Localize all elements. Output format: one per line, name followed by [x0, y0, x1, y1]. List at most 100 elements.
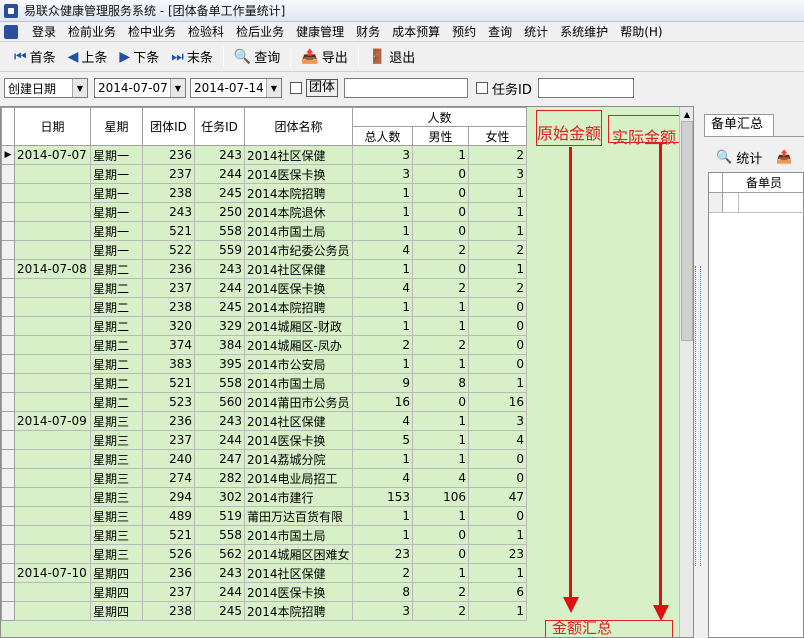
cell-female[interactable]: 2	[468, 145, 527, 165]
table-row[interactable]: 星期二 521 558 2014市国土局 9 8 1	[1, 373, 527, 393]
cell-male[interactable]: 0	[412, 544, 469, 564]
cell-male[interactable]: 2	[412, 335, 469, 355]
cell-date[interactable]	[14, 468, 91, 488]
table-row[interactable]: 星期二 374 384 2014城厢区-凤办 2 2 0	[1, 335, 527, 355]
cell-group-name[interactable]: 2014城厢区困难女	[244, 544, 353, 564]
cell-male[interactable]: 1	[412, 145, 469, 165]
cell-male[interactable]: 2	[412, 601, 469, 621]
cell-date[interactable]	[14, 297, 91, 317]
cell-female[interactable]: 1	[468, 202, 527, 222]
date-from-picker[interactable]: 2014-07-07 ▼	[94, 78, 186, 98]
cell-group-name[interactable]: 2014医保卡换	[244, 164, 353, 184]
cell-female[interactable]: 0	[468, 449, 527, 469]
cell-group-id[interactable]: 320	[142, 316, 195, 336]
cell-total[interactable]: 5	[352, 430, 413, 450]
cell-group-name[interactable]: 2014本院招聘	[244, 297, 353, 317]
grid-vertical-scrollbar[interactable]: ▲	[679, 107, 693, 637]
cell-male[interactable]: 0	[412, 183, 469, 203]
cell-female[interactable]: 0	[468, 468, 527, 488]
cell-task-id[interactable]: 244	[194, 278, 245, 298]
cell-group-name[interactable]: 2014城厢区-财政	[244, 316, 353, 336]
cell-group-id[interactable]: 489	[142, 506, 195, 526]
col-order-clerk[interactable]: 备单员	[723, 173, 804, 192]
cell-female[interactable]: 1	[468, 373, 527, 393]
cell-date[interactable]: 2014-07-10	[14, 563, 91, 583]
cell-weekday[interactable]: 星期二	[90, 335, 143, 355]
row-header[interactable]	[1, 164, 15, 184]
cell-group-name[interactable]: 2014市建行	[244, 487, 353, 507]
row-header[interactable]	[1, 506, 15, 526]
table-row[interactable]: 星期一 237 244 2014医保卡换 3 0 3	[1, 164, 527, 184]
cell-total[interactable]: 3	[352, 145, 413, 165]
cell-male[interactable]: 1	[412, 506, 469, 526]
cell-group-id[interactable]: 522	[142, 240, 195, 260]
cell-female[interactable]: 6	[468, 582, 527, 602]
menu-in-exam[interactable]: 检中业务	[122, 23, 182, 41]
cell-group-name[interactable]: 2014市国土局	[244, 221, 353, 241]
row-header[interactable]	[1, 335, 15, 355]
cell-group-id[interactable]: 521	[142, 221, 195, 241]
menu-system[interactable]: 系统维护	[554, 23, 614, 41]
cell-male[interactable]: 8	[412, 373, 469, 393]
cell-total[interactable]: 4	[352, 468, 413, 488]
table-row[interactable]: 星期二 383 395 2014市公安局 1 1 0	[1, 354, 527, 374]
row-header[interactable]	[1, 278, 15, 298]
cell-task-id[interactable]: 562	[194, 544, 245, 564]
cell-total[interactable]: 1	[352, 525, 413, 545]
cell-task-id[interactable]: 558	[194, 221, 245, 241]
cell-group-name[interactable]: 2014医保卡换	[244, 582, 353, 602]
cell-male[interactable]: 106	[412, 487, 469, 507]
row-header[interactable]: ▶	[1, 145, 15, 165]
cell-total[interactable]: 4	[352, 278, 413, 298]
cell-date[interactable]	[14, 316, 91, 336]
cell-total[interactable]: 2	[352, 563, 413, 583]
row-header[interactable]	[1, 202, 15, 222]
cell-total[interactable]: 1	[352, 316, 413, 336]
cell-female[interactable]: 2	[468, 278, 527, 298]
cell-male[interactable]: 2	[412, 278, 469, 298]
cell-weekday[interactable]: 星期三	[90, 449, 143, 469]
cell-group-name[interactable]: 2014电业局招工	[244, 468, 353, 488]
date-field-select[interactable]: 创建日期 ▼	[4, 78, 88, 98]
table-row[interactable]: 星期三 294 302 2014市建行 153 106 47	[1, 487, 527, 507]
cell-group-id[interactable]: 523	[142, 392, 195, 412]
cell-date[interactable]	[14, 525, 91, 545]
cell-weekday[interactable]: 星期四	[90, 563, 143, 583]
table-row[interactable]: 星期三 240 247 2014荔城分院 1 1 0	[1, 449, 527, 469]
cell-female[interactable]: 0	[468, 335, 527, 355]
chevron-down-icon[interactable]: ▼	[72, 79, 87, 97]
menu-health-mgmt[interactable]: 健康管理	[290, 23, 350, 41]
row-header[interactable]	[1, 449, 15, 469]
cell-weekday[interactable]: 星期二	[90, 392, 143, 412]
cell-date[interactable]: 2014-07-09	[14, 411, 91, 431]
table-row[interactable]: 星期一 521 558 2014市国土局 1 0 1	[1, 221, 527, 241]
cell-total[interactable]: 4	[352, 411, 413, 431]
cell-task-id[interactable]: 329	[194, 316, 245, 336]
cell-male[interactable]: 1	[412, 354, 469, 374]
scroll-thumb[interactable]	[681, 121, 693, 341]
cell-total[interactable]: 1	[352, 449, 413, 469]
cell-male[interactable]: 1	[412, 411, 469, 431]
cell-group-id[interactable]: 236	[142, 563, 195, 583]
menu-budget[interactable]: 成本预算	[386, 23, 446, 41]
cell-group-name[interactable]: 莆田万达百货有限	[244, 506, 353, 526]
system-menu-icon[interactable]	[4, 24, 18, 39]
cell-total[interactable]: 8	[352, 582, 413, 602]
cell-weekday[interactable]: 星期四	[90, 601, 143, 621]
cell-female[interactable]: 47	[468, 487, 527, 507]
cell-female[interactable]: 16	[468, 392, 527, 412]
cell-date[interactable]	[14, 601, 91, 621]
cell-date[interactable]: 2014-07-07	[14, 145, 91, 165]
task-id-checkbox[interactable]	[476, 82, 489, 94]
table-row[interactable]: 星期二 237 244 2014医保卡换 4 2 2	[1, 278, 527, 298]
cell-weekday[interactable]: 星期二	[90, 259, 143, 279]
cell-date[interactable]	[14, 487, 91, 507]
table-row[interactable]: 星期三 489 519 莆田万达百货有限 1 1 0	[1, 506, 527, 526]
cell-group-name[interactable]: 2014医保卡换	[244, 430, 353, 450]
cell-group-id[interactable]: 236	[142, 259, 195, 279]
cell-female[interactable]: 4	[468, 430, 527, 450]
table-row[interactable]: 星期二 320 329 2014城厢区-财政 1 1 0	[1, 316, 527, 336]
cell-total[interactable]: 9	[352, 373, 413, 393]
table-row[interactable]: 星期四 238 245 2014本院招聘 3 2 1	[1, 601, 527, 621]
cell-task-id[interactable]: 302	[194, 487, 245, 507]
